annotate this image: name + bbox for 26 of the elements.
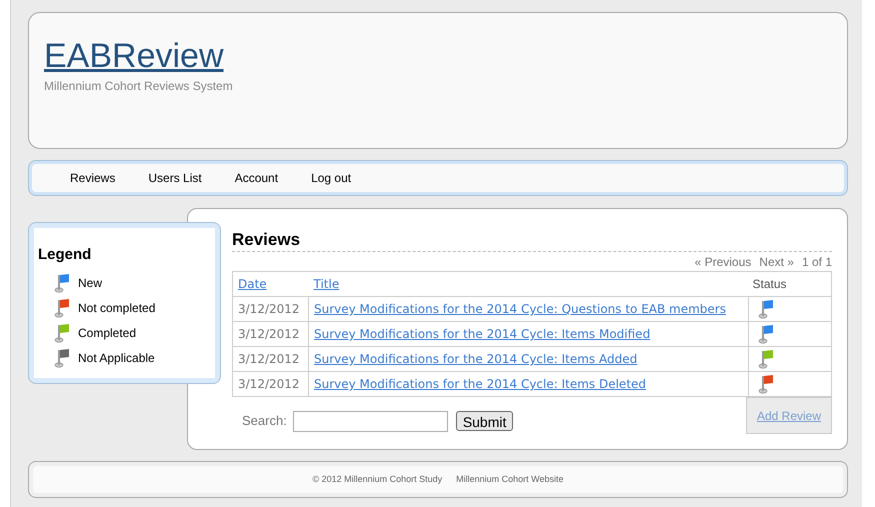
site-subtitle: Millennium Cohort Reviews System [44,78,234,95]
nav-link[interactable]: Reviews [70,169,116,187]
legend-label: Completed [78,324,136,342]
legend-label: Not completed [78,300,156,316]
column-header: Status [752,277,787,291]
site-title[interactable]: EABReview [44,37,224,75]
legend-label: Not Applicable [78,350,155,366]
legend-label: New [78,274,102,292]
website-link[interactable]: Millennium Cohort Website [456,472,564,486]
column-header-link[interactable]: Title [314,277,340,291]
date-cell: 3/12/2012 [238,377,300,391]
nav-link[interactable]: Log out [311,169,352,187]
previous-link[interactable]: « Previous [694,253,752,271]
nav-link[interactable]: Users List [148,169,202,187]
search-label: Search: [242,412,287,430]
date-cell: 3/12/2012 [238,302,300,316]
page-count: 1 of 1 [802,254,832,271]
date-cell: 3/12/2012 [238,327,300,341]
legend-title: Legend [38,245,92,265]
copyright-text: © 2012 Millennium Cohort Study [312,472,442,486]
submit-button[interactable]: Submit [456,411,514,431]
date-cell: 3/12/2012 [238,352,300,366]
section-heading: Reviews [232,229,832,252]
next-link[interactable]: Next » [759,253,794,271]
nav-link[interactable]: Account [234,169,278,187]
search-field[interactable] [292,410,448,432]
